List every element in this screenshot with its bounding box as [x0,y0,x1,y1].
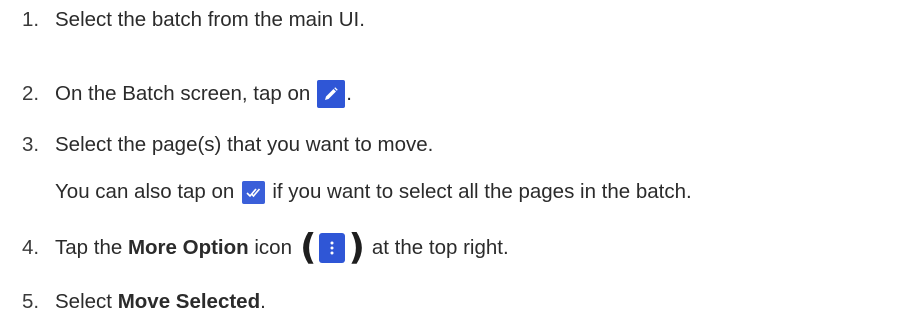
step-number: 2. [22,82,40,105]
step-number: 1. [22,8,40,31]
step-text: Select [55,290,112,313]
step-text: Select the batch from the main UI. [55,8,365,31]
more-options-vertical-dots-icon [319,233,346,263]
select-all-check-icon [242,180,266,204]
step-5: 5. Select Move Selected . [22,289,266,315]
step-text: On the Batch screen, tap on [55,82,311,105]
note-text: You can also tap on [55,180,235,203]
close-paren: ) [348,227,365,268]
step-2: 2. On the Batch screen, tap on . [22,80,352,108]
step-3-note: You can also tap on if you want to selec… [55,179,692,205]
move-selected-label: Move Selected [117,290,261,313]
step-text-end: . [346,82,352,105]
step-4: 4. Tap the More Option icon ( ) at the t… [22,227,509,268]
step-number: 5. [22,290,40,313]
instruction-list: 1. Select the batch from the main UI. 2.… [0,0,904,334]
step-1: 1. Select the batch from the main UI. [22,7,365,33]
step-text-end: at the top right. [371,236,509,259]
edit-pencil-icon [317,80,346,108]
step-text: Tap the [55,236,123,259]
step-3: 3. Select the page(s) that you want to m… [22,132,433,158]
note-text-end: if you want to select all the pages in t… [272,180,692,203]
more-option-label: More Option [127,236,249,259]
open-paren: ( [299,227,317,268]
step-text-end: . [260,290,266,313]
step-number: 3. [22,133,40,156]
step-text-mid: icon [254,236,292,259]
step-text: Select the page(s) that you want to move… [55,133,434,156]
step-number: 4. [22,236,40,259]
